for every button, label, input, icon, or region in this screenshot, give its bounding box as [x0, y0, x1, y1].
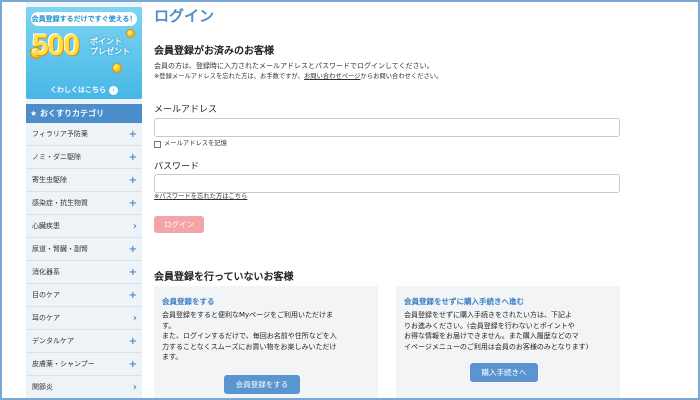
plus-icon[interactable]: +: [129, 284, 137, 307]
register-box-title: 会員登録をする: [162, 297, 215, 306]
register-box-line: 力することなくスムーズにお買い物をお楽しみいただけ: [162, 342, 337, 351]
login-button[interactable]: ログイン: [154, 216, 204, 233]
plus-icon[interactable]: +: [129, 169, 137, 192]
nonmember-section-title: 会員登録を行っていないお客様: [154, 272, 294, 283]
remember-email-row: メールアドレスを記憶: [154, 139, 227, 149]
banner-sub-line: ポイント: [90, 37, 122, 46]
sidebar-item-flea-tick[interactable]: ノミ・ダニ駆除 +: [26, 146, 142, 169]
sidebar-item-filaria[interactable]: フィラリア予防薬 +: [26, 123, 142, 146]
member-section-title: 会員登録がお済みのお客様: [154, 46, 274, 57]
sidebar-item-eye[interactable]: 目のケア +: [26, 284, 142, 307]
coin-icon: [112, 63, 122, 73]
page-title: ログイン: [154, 7, 215, 25]
plus-icon[interactable]: +: [129, 146, 137, 169]
sidebar-item-label: 関節炎: [32, 383, 53, 391]
sidebar-item-label: デンタルケア: [32, 337, 74, 345]
category-heading-label: おくすりカテゴリ: [39, 109, 104, 118]
member-note-suffix: からお問い合わせください。: [360, 73, 443, 80]
guest-checkout-box: 会員登録をせずに購入手続きへ進む 会員登録をせずに購入手続きをされたい方は、下記…: [396, 286, 620, 398]
sidebar-item-label: 寄生虫駆除: [32, 176, 67, 184]
guest-box-text: 会員登録をせずに購入手続きをされたい方は、下記よ りお進みください。(会員登録を…: [404, 310, 616, 352]
sidebar-item-digestive[interactable]: 消化器系 +: [26, 261, 142, 284]
guest-box-line: お得な情報をお届けできません。また購入履歴などのマ: [404, 332, 579, 340]
sidebar-item-heart[interactable]: 心臓疾患 ›: [26, 215, 142, 238]
sidebar-item-label: 皮膚薬・シャンプー: [32, 360, 95, 368]
register-box-line: また、ログインするだけで、毎回お名前や住所などを入: [162, 332, 337, 340]
sidebar-item-dental[interactable]: デンタルケア +: [26, 330, 142, 353]
contact-page-link[interactable]: お問い合わせページ: [304, 73, 361, 80]
member-note: ※登録メールアドレスを忘れた方は、お手数ですが、お問い合わせページからお問い合わ…: [154, 72, 442, 82]
plus-icon[interactable]: +: [129, 123, 137, 146]
banner-link-label: くわしくはこちら: [50, 86, 106, 94]
sidebar-item-skin[interactable]: 皮膚薬・シャンプー +: [26, 353, 142, 376]
category-list: フィラリア予防薬 + ノミ・ダニ駆除 + 寄生虫駆除 + 感染症・抗生物質 + 心臓疾患…: [26, 123, 142, 398]
register-box-line: ます。: [162, 353, 183, 361]
chevron-right-icon: ›: [132, 221, 137, 232]
sidebar-item-label: 尿道・腎臓・副腎: [32, 245, 88, 253]
star-icon: ★: [30, 109, 38, 118]
register-box-line: 会員登録をすると便利なMyページをご利用いただけま: [162, 311, 334, 319]
chevron-right-icon: ›: [109, 85, 118, 95]
password-label: パスワード: [154, 162, 200, 172]
sidebar-item-parasite[interactable]: 寄生虫駆除 +: [26, 169, 142, 192]
plus-icon[interactable]: +: [129, 330, 137, 353]
main-content: ログイン 会員登録がお済みのお客様 会員の方は、登録時に入力されたメールアドレス…: [154, 2, 654, 398]
plus-icon[interactable]: +: [129, 238, 137, 261]
sidebar-item-label: フィラリア予防薬: [32, 130, 88, 138]
sidebar-item-label: 目のケア: [32, 291, 60, 299]
banner-link[interactable]: くわしくはこちら ›: [26, 85, 142, 95]
banner-subtitle: ポイント プレゼント: [90, 37, 140, 57]
plus-icon[interactable]: +: [129, 192, 137, 215]
password-field[interactable]: [154, 174, 620, 193]
plus-icon[interactable]: +: [129, 261, 137, 284]
guest-box-title: 会員登録をせずに購入手続きへ進む: [404, 297, 524, 306]
forgot-password-link[interactable]: ※パスワードを忘れた方はこちら: [154, 192, 247, 202]
sidebar-item-label: 消化器系: [32, 268, 60, 276]
sidebar-item-infection[interactable]: 感染症・抗生物質 +: [26, 192, 142, 215]
email-field[interactable]: [154, 118, 620, 137]
member-description: 会員の方は、登録時に入力されたメールアドレスとパスワードでログインしてください。: [154, 62, 434, 70]
remember-email-checkbox[interactable]: [154, 140, 161, 148]
banner-amount: 500: [32, 29, 80, 62]
plus-icon[interactable]: +: [129, 353, 137, 376]
sidebar-item-label: 耳のケア: [32, 314, 60, 322]
register-box: 会員登録をする 会員登録をすると便利なMyページをご利用いただけま す。 また、…: [154, 286, 378, 398]
sidebar-item-urinary[interactable]: 尿道・腎臓・副腎 +: [26, 238, 142, 261]
register-button[interactable]: 会員登録をする: [224, 375, 300, 394]
remember-email-label: メールアドレスを記憶: [164, 140, 227, 147]
banner-pill: 会員登録するだけですぐ使える！: [31, 12, 137, 26]
register-box-text: 会員登録をすると便利なMyページをご利用いただけま す。 また、ログインするだけ…: [162, 310, 374, 363]
register-box-line: す。: [162, 321, 176, 330]
sidebar-item-label: 感染症・抗生物質: [32, 199, 88, 207]
sidebar: 会員登録するだけですぐ使える！ 500 ポイント プレゼント くわしくはこちら ›…: [26, 2, 142, 398]
page-frame: 会員登録するだけですぐ使える！ 500 ポイント プレゼント くわしくはこちら ›…: [0, 0, 700, 400]
guest-box-line: りお進みください。(会員登録を行わないとポイントや: [404, 321, 575, 330]
banner-sub-line: プレゼント: [90, 47, 130, 56]
sidebar-item-ear[interactable]: 耳のケア ›: [26, 307, 142, 330]
guest-checkout-button[interactable]: 購入手続きへ: [470, 363, 538, 382]
guest-box-line: イページメニューのご利用は会員のお客様のみとなります): [404, 342, 589, 351]
category-heading: ★ おくすりカテゴリ: [26, 104, 142, 123]
email-label: メールアドレス: [154, 105, 218, 115]
sidebar-item-joint[interactable]: 関節炎 ›: [26, 376, 142, 398]
points-banner[interactable]: 会員登録するだけですぐ使える！ 500 ポイント プレゼント くわしくはこちら ›: [26, 7, 142, 99]
sidebar-item-label: ノミ・ダニ駆除: [32, 153, 81, 161]
chevron-right-icon: ›: [132, 313, 137, 324]
member-note-prefix: ※登録メールアドレスを忘れた方は、お手数ですが、: [154, 73, 304, 80]
chevron-right-icon: ›: [132, 382, 137, 393]
guest-box-line: 会員登録をせずに購入手続きをされたい方は、下記よ: [404, 311, 572, 319]
sidebar-item-label: 心臓疾患: [32, 222, 60, 230]
